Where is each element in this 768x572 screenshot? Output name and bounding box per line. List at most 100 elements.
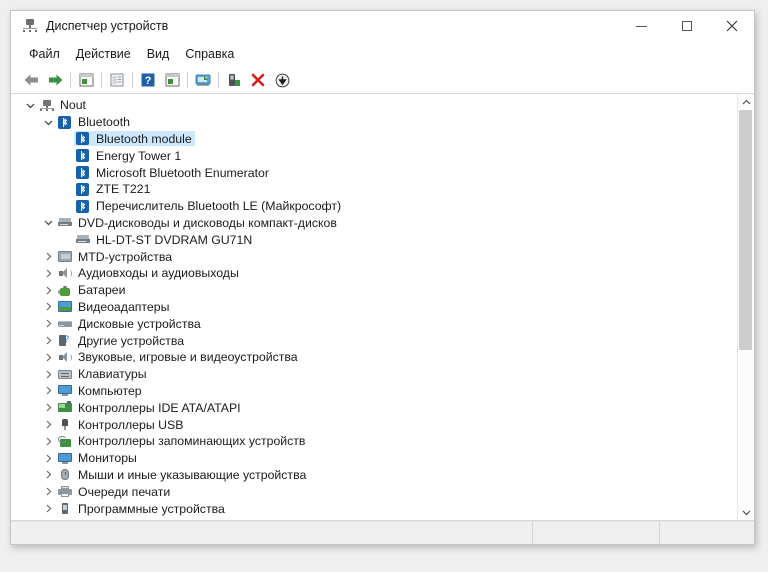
tree-toggle[interactable] [41,119,56,126]
scrollbar-thumb[interactable] [739,110,752,351]
tree-row-content[interactable]: Клавиатуры [56,367,150,382]
tree-toggle[interactable] [41,420,56,429]
tree-toggle[interactable] [41,319,56,328]
menu-file[interactable]: Файл [21,45,68,63]
tree-row-content[interactable]: Microsoft Bluetooth Enumerator [74,165,272,180]
tree-row[interactable]: Перечислитель Bluetooth LE (Майкрософт) [11,198,737,215]
tree-row[interactable]: Процессоры [11,517,737,520]
tree-row[interactable]: Клавиатуры [11,366,737,383]
vertical-scrollbar[interactable] [737,94,754,520]
tree-toggle[interactable] [41,370,56,379]
tree-row[interactable]: Контроллеры USB [11,416,737,433]
tree-toggle[interactable] [41,386,56,395]
tree-row-content[interactable]: Батареи [56,283,129,298]
tree-row-content[interactable]: Мониторы [56,451,140,466]
tree-row[interactable]: Дисковые устройства [11,315,737,332]
tree-row[interactable]: MTD-устройства [11,248,737,265]
tree-row[interactable]: Программные устройства [11,500,737,517]
tree-row-content[interactable]: Дисковые устройства [56,316,204,331]
scrollbar-track[interactable] [738,110,754,504]
tree-toggle[interactable] [41,470,56,479]
tree-toggle[interactable] [41,487,56,496]
tree-row[interactable]: DVD-дисководы и дисководы компакт-дисков [11,215,737,232]
tree-row-content[interactable]: Аудиовходы и аудиовыходы [56,266,242,281]
forward-button[interactable] [43,69,67,91]
tree-row[interactable]: Аудиовходы и аудиовыходы [11,265,737,282]
scroll-up-button[interactable] [738,94,754,110]
tree-row-content[interactable]: ZTE T221 [74,182,153,197]
window-controls [619,11,754,41]
disable-device-button[interactable] [270,69,294,91]
tree-row[interactable]: Контроллеры IDE ATA/ATAPI [11,399,737,416]
scan-hardware-button[interactable] [191,69,215,91]
device-properties-button[interactable] [160,69,184,91]
minimize-button[interactable] [619,11,664,41]
menu-help[interactable]: Справка [177,45,242,63]
tree-row-label: Компьютер [78,383,142,398]
properties-button[interactable] [74,69,98,91]
tree-row[interactable]: Батареи [11,282,737,299]
tree-toggle[interactable] [41,353,56,362]
back-button[interactable] [19,69,43,91]
tree-row-content[interactable]: Очереди печати [56,484,173,499]
tree-row[interactable]: Компьютер [11,383,737,400]
tree-toggle[interactable] [41,437,56,446]
tree-row-content[interactable]: Контроллеры запоминающих устройств [56,434,308,449]
tree-row[interactable]: Мониторы [11,450,737,467]
tree-row-content[interactable]: Перечислитель Bluetooth LE (Майкрософт) [74,199,344,214]
tree-toggle[interactable] [41,403,56,412]
tree-row[interactable]: Energy Tower 1 [11,147,737,164]
tree-row[interactable]: Очереди печати [11,483,737,500]
tree-row-label: Клавиатуры [78,367,147,382]
help-button[interactable]: ? [136,69,160,91]
uninstall-device-button[interactable] [246,69,270,91]
tree-row-content[interactable]: Bluetooth module [74,131,195,147]
tree-row-content[interactable]: DVD-дисководы и дисководы компакт-дисков [56,215,340,230]
tree-toggle[interactable] [41,454,56,463]
tree-row-content[interactable]: MTD-устройства [56,249,175,264]
tree-row-content[interactable]: HL-DT-ST DVDRAM GU71N [74,232,255,247]
tree-row-label: Процессоры [78,518,149,520]
tree-row[interactable]: Видеоадаптеры [11,299,737,316]
tree-row[interactable]: Nout [11,97,737,114]
tree-toggle[interactable] [41,219,56,226]
tree-row[interactable]: ZTE T221 [11,181,737,198]
tree-toggle[interactable] [41,252,56,261]
menu-view[interactable]: Вид [139,45,178,63]
tree-row-content[interactable]: Компьютер [56,383,145,398]
device-tree[interactable]: Nout Bluetooth Bluetooth module Energy Towe… [11,94,737,520]
tree-toggle[interactable] [41,302,56,311]
tree-row[interactable]: ? Другие устройства [11,332,737,349]
tree-row-content[interactable]: Energy Tower 1 [74,148,184,163]
maximize-button[interactable] [664,11,709,41]
close-button[interactable] [709,11,754,41]
tree-row-content[interactable]: Процессоры [56,518,152,520]
show-panel-button[interactable] [105,69,129,91]
tree-row-content[interactable]: Мыши и иные указывающие устройства [56,467,309,482]
tree-toggle[interactable] [41,336,56,345]
tree-row[interactable]: Microsoft Bluetooth Enumerator [11,164,737,181]
down-arrow-circle-icon [275,73,289,87]
menu-action[interactable]: Действие [68,45,139,63]
tree-row-content[interactable]: Контроллеры IDE ATA/ATAPI [56,400,244,415]
tree-toggle[interactable] [41,269,56,278]
tree-toggle[interactable] [23,102,38,109]
update-driver-button[interactable] [222,69,246,91]
tree-row-content[interactable]: Контроллеры USB [56,417,186,432]
tree-row-content[interactable]: Звуковые, игровые и видеоустройства [56,350,301,365]
tree-row-content[interactable]: Видеоадаптеры [56,299,172,314]
tree-row[interactable]: Bluetooth [11,114,737,131]
tree-toggle[interactable] [41,504,56,513]
separator-2 [101,72,102,88]
tree-row[interactable]: Контроллеры запоминающих устройств [11,433,737,450]
tree-row-content[interactable]: Nout [38,98,89,113]
tree-row-content[interactable]: ? Другие устройства [56,333,187,348]
tree-row-content[interactable]: Bluetooth [56,115,133,130]
tree-row-content[interactable]: Программные устройства [56,501,228,516]
tree-row[interactable]: Bluetooth module [11,131,737,148]
tree-row[interactable]: HL-DT-ST DVDRAM GU71N [11,231,737,248]
tree-row[interactable]: Звуковые, игровые и видеоустройства [11,349,737,366]
tree-toggle[interactable] [41,286,56,295]
tree-row[interactable]: Мыши и иные указывающие устройства [11,467,737,484]
scroll-down-button[interactable] [738,504,754,520]
